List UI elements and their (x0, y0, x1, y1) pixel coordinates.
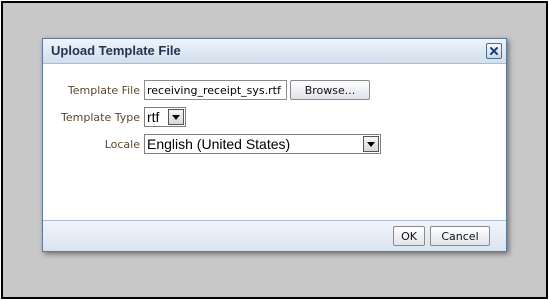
chevron-down-icon (168, 109, 184, 125)
dialog-button-bar: OK Cancel (43, 220, 506, 251)
template-type-select[interactable]: rtf (144, 107, 186, 127)
cancel-button[interactable]: Cancel (430, 226, 490, 246)
close-button[interactable] (486, 43, 502, 59)
locale-value: English (United States) (147, 136, 291, 152)
locale-select[interactable]: English (United States) (144, 134, 381, 154)
template-type-row: Template Type rtf (43, 106, 186, 128)
template-file-row: Template File receiving_receipt_sys.rtf … (43, 79, 370, 101)
template-type-value: rtf (147, 109, 160, 125)
screenshot-frame: Upload Template File Template File recei… (1, 1, 548, 299)
dialog-title: Upload Template File (51, 43, 181, 58)
close-icon (490, 47, 498, 55)
template-type-label: Template Type (61, 110, 140, 124)
upload-template-dialog: Upload Template File Template File recei… (42, 38, 507, 252)
ok-button[interactable]: OK (393, 226, 425, 246)
browse-button[interactable]: Browse... (290, 80, 370, 100)
template-file-input[interactable]: receiving_receipt_sys.rtf (144, 80, 287, 100)
locale-row: Locale English (United States) (43, 133, 381, 155)
dialog-title-bar: Upload Template File (43, 39, 506, 64)
locale-label: Locale (104, 137, 140, 151)
chevron-down-icon (363, 136, 379, 152)
template-file-label: Template File (67, 83, 140, 97)
